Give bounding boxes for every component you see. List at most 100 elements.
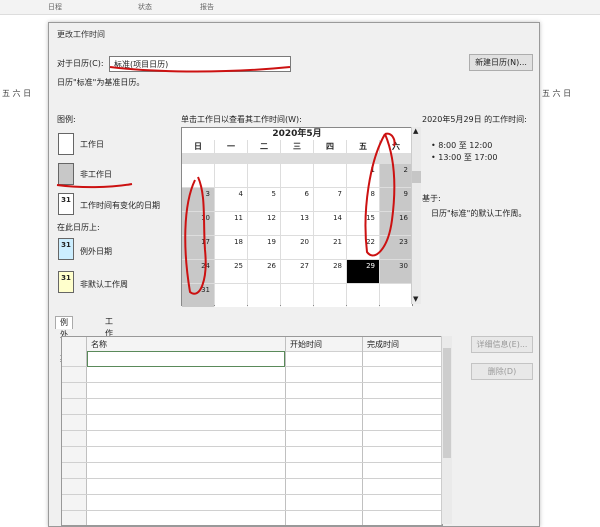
table-row[interactable] xyxy=(62,367,442,383)
start-cell[interactable] xyxy=(286,351,363,366)
calendar-day-cell[interactable]: 4 xyxy=(215,188,247,211)
calendar-day-cell[interactable]: 31 xyxy=(182,284,214,307)
calendar-day-cell[interactable]: 13 xyxy=(281,212,313,235)
finish-cell[interactable] xyxy=(363,495,442,510)
start-cell[interactable] xyxy=(286,479,363,494)
calendar-day-cell[interactable]: 7 xyxy=(314,188,346,211)
calendar-day-cell[interactable]: 5 xyxy=(248,188,280,211)
start-cell[interactable] xyxy=(286,463,363,478)
row-header[interactable] xyxy=(62,399,87,414)
finish-cell[interactable] xyxy=(363,383,442,398)
name-cell[interactable] xyxy=(87,399,286,414)
start-cell[interactable] xyxy=(286,415,363,430)
calendar-day-cell[interactable]: 2 xyxy=(380,164,412,187)
calendar-day-cell[interactable]: 18 xyxy=(215,236,247,259)
name-cell[interactable] xyxy=(87,431,286,446)
calendar-scrollbar[interactable]: ▲ ▼ xyxy=(411,127,421,304)
active-cell[interactable] xyxy=(87,351,285,367)
calendar-day-cell[interactable]: 1 xyxy=(347,164,379,187)
calendar-day-cell[interactable]: 22 xyxy=(347,236,379,259)
row-header[interactable] xyxy=(62,511,87,525)
calendar-day-cell[interactable]: 24 xyxy=(182,260,214,283)
name-cell[interactable] xyxy=(87,495,286,510)
table-row[interactable] xyxy=(62,511,442,525)
calendar-day-cell[interactable]: 8 xyxy=(347,188,379,211)
row-header[interactable] xyxy=(62,415,87,430)
start-cell[interactable] xyxy=(286,495,363,510)
calendar-day-cell[interactable]: 17 xyxy=(182,236,214,259)
scroll-up-icon[interactable]: ▲ xyxy=(413,127,418,135)
calendar-day-cell[interactable]: 26 xyxy=(248,260,280,283)
start-cell[interactable] xyxy=(286,431,363,446)
calendar-day-cell[interactable]: 12 xyxy=(248,212,280,235)
calendar-day-cell[interactable]: 27 xyxy=(281,260,313,283)
finish-cell[interactable] xyxy=(363,479,442,494)
table-scrollbar[interactable] xyxy=(441,336,452,524)
details-button[interactable]: 详细信息(E)... xyxy=(471,336,533,353)
calendar-day-cell[interactable]: 15 xyxy=(347,212,379,235)
scroll-thumb[interactable] xyxy=(412,171,421,183)
name-cell[interactable] xyxy=(87,367,286,382)
row-header[interactable] xyxy=(62,383,87,398)
calendar-day-cell[interactable]: 14 xyxy=(314,212,346,235)
bg-tab-schedule[interactable]: 日程 xyxy=(48,2,62,12)
calendar-day-cell-selected[interactable]: 29 xyxy=(347,260,379,283)
calendar-day-cell[interactable]: 23 xyxy=(380,236,412,259)
name-cell[interactable] xyxy=(87,383,286,398)
start-cell[interactable] xyxy=(286,511,363,525)
bg-tab-status[interactable]: 状态 xyxy=(138,2,152,12)
new-calendar-button[interactable]: 新建日历(N)... xyxy=(469,54,533,71)
row-header[interactable] xyxy=(62,431,87,446)
row-header[interactable] xyxy=(62,447,87,462)
start-cell[interactable] xyxy=(286,447,363,462)
finish-cell[interactable] xyxy=(363,367,442,382)
calendar-day-cell[interactable]: 9 xyxy=(380,188,412,211)
calendar-day-cell[interactable]: 11 xyxy=(215,212,247,235)
table-row[interactable] xyxy=(62,495,442,511)
table-row[interactable] xyxy=(62,383,442,399)
bg-tab-report[interactable]: 报告 xyxy=(200,2,214,12)
finish-cell[interactable] xyxy=(363,511,442,525)
scroll-down-icon[interactable]: ▼ xyxy=(413,295,418,303)
calendar-day-cell[interactable]: 30 xyxy=(380,260,412,283)
table-row[interactable] xyxy=(62,399,442,415)
col-name-header[interactable]: 名称 xyxy=(87,337,286,352)
row-header[interactable] xyxy=(62,351,87,366)
calendar-day-cell[interactable]: 3 xyxy=(182,188,214,211)
col-finish-header[interactable]: 完成时间 xyxy=(363,337,442,352)
tab-exceptions[interactable]: 例外日期 xyxy=(55,316,73,363)
start-cell[interactable] xyxy=(286,399,363,414)
calendar-day-cell[interactable]: 19 xyxy=(248,236,280,259)
delete-button[interactable]: 删除(D) xyxy=(471,363,533,380)
table-row[interactable] xyxy=(62,479,442,495)
name-cell[interactable] xyxy=(87,479,286,494)
calendar-day-cell[interactable]: 6 xyxy=(281,188,313,211)
month-calendar[interactable]: 2020年5月 日 一 二 三 四 五 六 1 2 3 4 5 6 7 8 9 10 11 12 13 1… xyxy=(181,127,413,307)
name-cell[interactable] xyxy=(87,463,286,478)
calendar-day-cell[interactable]: 25 xyxy=(215,260,247,283)
start-cell[interactable] xyxy=(286,383,363,398)
row-header[interactable] xyxy=(62,479,87,494)
table-scroll-thumb[interactable] xyxy=(443,348,451,458)
start-cell[interactable] xyxy=(286,367,363,382)
calendar-day-cell[interactable]: 21 xyxy=(314,236,346,259)
tab-work-weeks[interactable]: 工作周 xyxy=(101,316,117,350)
finish-cell[interactable] xyxy=(363,415,442,430)
table-row[interactable] xyxy=(62,415,442,431)
calendar-day-cell[interactable]: 28 xyxy=(314,260,346,283)
name-cell[interactable] xyxy=(87,447,286,462)
finish-cell[interactable] xyxy=(363,351,442,366)
calendar-select[interactable]: 标准(项目日历) ⌄ xyxy=(109,56,291,72)
table-row[interactable] xyxy=(62,447,442,463)
name-cell[interactable] xyxy=(87,511,286,525)
calendar-day-cell[interactable]: 10 xyxy=(182,212,214,235)
table-row[interactable] xyxy=(62,431,442,447)
calendar-day-cell[interactable]: 16 xyxy=(380,212,412,235)
table-row[interactable] xyxy=(62,463,442,479)
calendar-day-cell[interactable]: 20 xyxy=(281,236,313,259)
exceptions-table[interactable]: 名称 开始时间 完成时间 xyxy=(61,336,443,526)
row-header[interactable] xyxy=(62,367,87,382)
col-start-header[interactable]: 开始时间 xyxy=(286,337,363,352)
finish-cell[interactable] xyxy=(363,431,442,446)
finish-cell[interactable] xyxy=(363,399,442,414)
